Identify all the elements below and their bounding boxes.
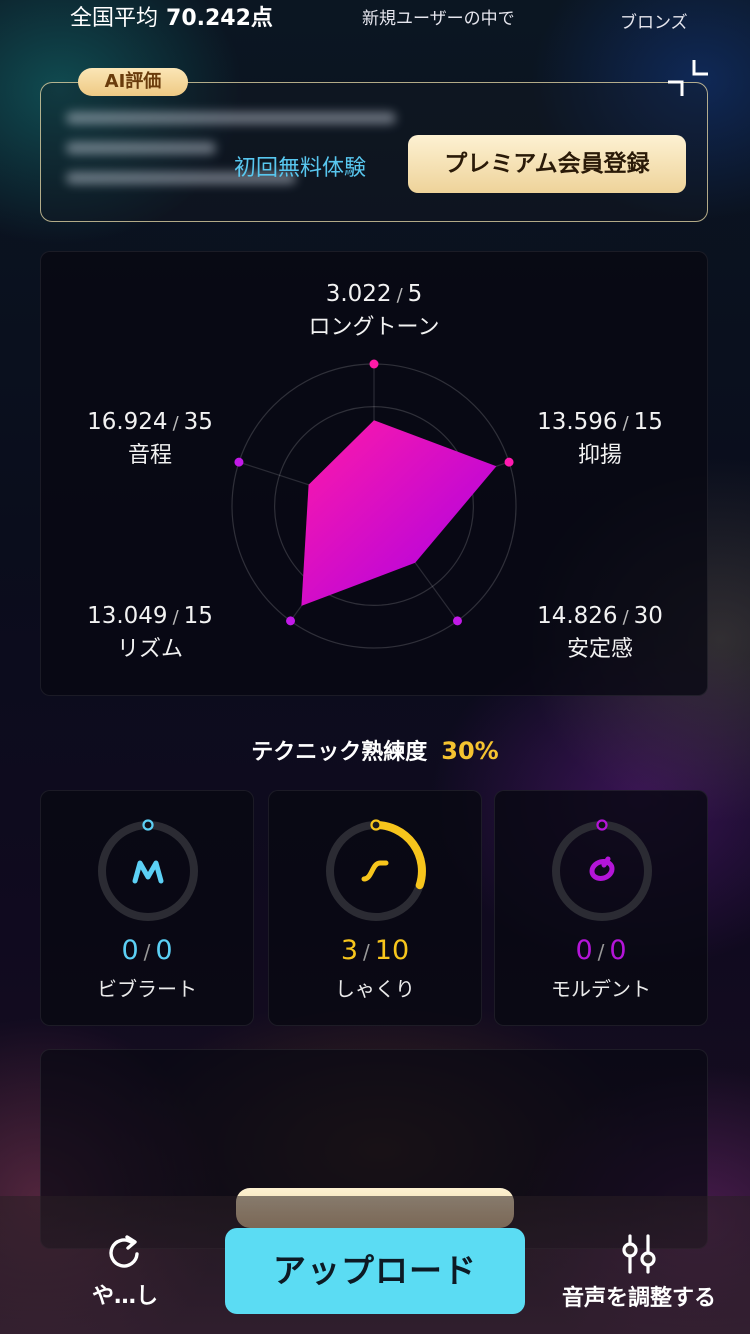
- vibrato-progress-ring: [98, 819, 198, 921]
- stability-name: 安定感: [566, 637, 633, 662]
- radar-axis-dot: [369, 359, 379, 369]
- intonation-score: 13.596: [537, 409, 618, 435]
- premium-register-button[interactable]: プレミアム会員登録: [408, 135, 686, 193]
- mordent-count-value: 0: [575, 935, 593, 966]
- rhythm-score: 13.049: [87, 603, 168, 629]
- radar-label-rhythm: 13.049/15 リズム: [60, 600, 240, 666]
- mordent-progress-ring: [552, 819, 652, 921]
- intonation-max: 15: [633, 409, 663, 435]
- stability-score: 14.826: [537, 603, 618, 629]
- average-value: 70.242点: [166, 6, 273, 31]
- technique-card-mordent[interactable]: 0/0 モルデント: [494, 790, 708, 1026]
- adjust-audio-label: 音声を調整する: [561, 1286, 716, 1311]
- radar-axis-dot: [286, 616, 296, 626]
- pitch-max: 35: [183, 409, 213, 435]
- ring-track: [98, 821, 198, 921]
- long-tone-max: 5: [407, 281, 423, 307]
- vibrato-icon: [132, 860, 164, 884]
- technique-card-shakuri[interactable]: 3/10 しゃくり: [268, 790, 482, 1026]
- technique-title: テクニック熟練度 30%: [0, 734, 750, 766]
- retry-button[interactable]: や…し: [70, 1234, 180, 1310]
- mordent-icon: [589, 856, 615, 881]
- upload-button[interactable]: アップロード: [225, 1228, 525, 1314]
- refresh-icon: [109, 1235, 139, 1268]
- rhythm-name: リズム: [116, 637, 183, 662]
- expand-icon[interactable]: [668, 60, 710, 102]
- national-average: 全国平均 70.242点: [70, 0, 273, 32]
- radar-axis-dot: [452, 616, 462, 626]
- shakuri-count: 3/10: [340, 935, 410, 966]
- long-tone-name: ロングトーン: [308, 315, 440, 340]
- ring-progress: [372, 821, 426, 890]
- technique-title-label: テクニック熟練度: [251, 740, 428, 765]
- shakuri-icon: [361, 860, 389, 882]
- long-tone-score: 3.022: [325, 281, 392, 307]
- shakuri-label: しゃくり: [335, 977, 415, 1001]
- radar-label-intonation: 13.596/15 抑揚: [510, 406, 690, 472]
- vibrato-label: ビブラート: [97, 977, 197, 1001]
- pitch-name: 音程: [127, 443, 172, 468]
- sliders-icon: [622, 1234, 656, 1274]
- ring-start-dot: [596, 819, 608, 831]
- free-trial-link[interactable]: 初回無料体験: [234, 150, 366, 182]
- stability-max: 30: [633, 603, 663, 629]
- new-user-label: 新規ユーザーの中で: [362, 9, 515, 29]
- ring-start-dot: [142, 819, 154, 831]
- ai-evaluation-badge: AI評価: [78, 68, 188, 96]
- vibrato-count-total: 0: [155, 935, 173, 966]
- shakuri-count-value: 3: [340, 935, 359, 966]
- radar-label-stability: 14.826/30 安定感: [510, 600, 690, 666]
- radar-score-area: [301, 420, 497, 606]
- rank-label: ブロンズ: [620, 13, 688, 33]
- intonation-name: 抑揚: [577, 443, 622, 468]
- shakuri-progress-ring: [326, 819, 426, 921]
- mordent-count-total: 0: [609, 935, 627, 966]
- radar-label-long-tone: 3.022/5 ロングトーン: [284, 278, 464, 344]
- pitch-score: 16.924: [87, 409, 168, 435]
- ring-track: [552, 821, 652, 921]
- vibrato-count: 0/0: [121, 935, 173, 966]
- rhythm-max: 15: [183, 603, 213, 629]
- adjust-audio-button[interactable]: 音声を調整する: [550, 1234, 728, 1312]
- mordent-label: モルデント: [551, 977, 651, 1001]
- mordent-count: 0/0: [575, 935, 627, 966]
- stats-row: 全国平均 70.242点 新規ユーザーの中で ブロンズ: [0, 0, 750, 40]
- ring-start-dot: [370, 819, 382, 831]
- shakuri-count-total: 10: [374, 935, 410, 966]
- vibrato-count-value: 0: [121, 935, 139, 966]
- technique-percent: 30%: [441, 737, 499, 765]
- retry-label: や…し: [91, 1284, 158, 1309]
- average-label: 全国平均: [70, 6, 159, 31]
- technique-card-vibrato[interactable]: 0/0 ビブラート: [40, 790, 254, 1026]
- radar-label-pitch: 16.924/35 音程: [60, 406, 240, 472]
